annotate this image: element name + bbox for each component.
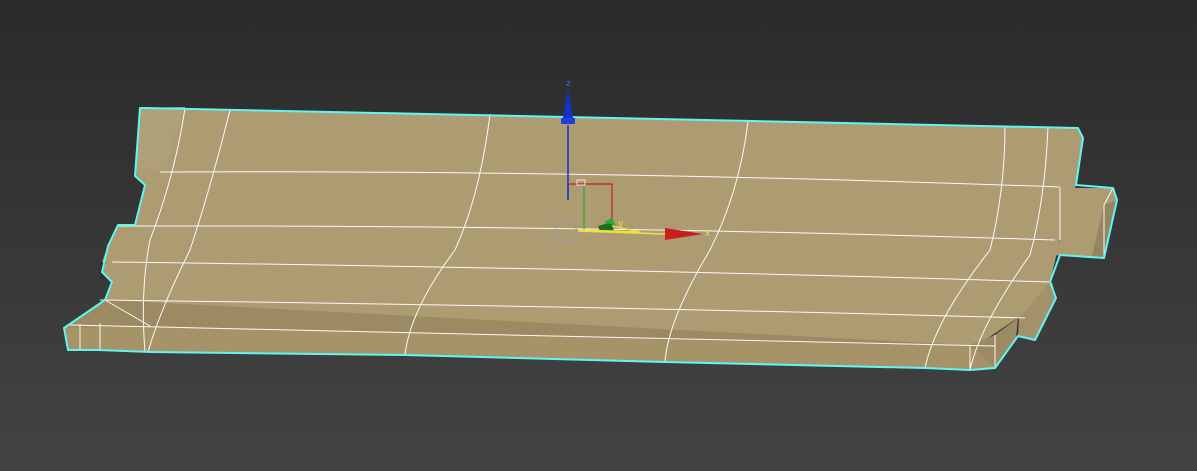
y-axis-label: y [618,219,624,229]
x-axis-label: x [705,229,711,239]
3d-viewport[interactable]: z y x [0,0,1197,471]
mesh-object[interactable] [63,107,1118,371]
z-axis-label: z [566,79,571,89]
z-axis-arrow-base [561,118,575,124]
viewport-scene[interactable]: z y x [0,0,1197,471]
